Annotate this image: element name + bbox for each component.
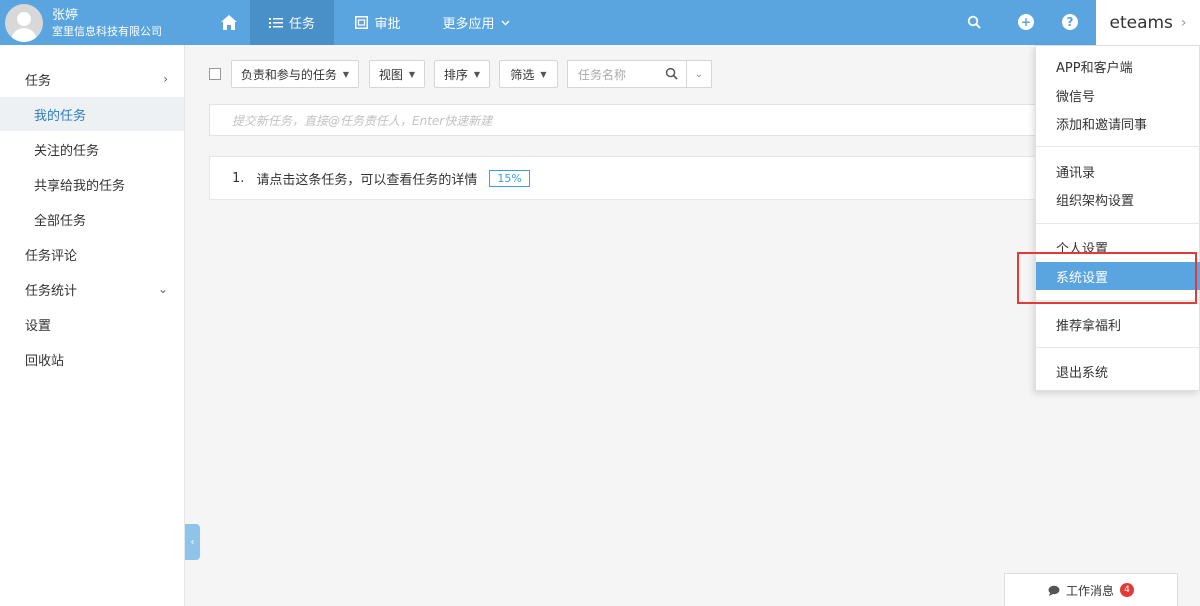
top-bar: 张婷 室里信息科技有限公司 任务 审批 更多应用 + ? eteams › bbox=[0, 0, 1200, 45]
sidebar-item-label: 任务 bbox=[25, 73, 52, 89]
menu-item-label: 推荐拿福利 bbox=[1056, 318, 1122, 334]
nav-approve-tab[interactable]: 审批 bbox=[346, 0, 410, 45]
nav-task-label: 任务 bbox=[288, 17, 315, 32]
menu-item-org-settings[interactable]: 组织架构设置 bbox=[1036, 185, 1200, 213]
sidebar-item-label: 任务评论 bbox=[25, 248, 78, 264]
task-index: 1. bbox=[232, 170, 245, 186]
filter-dropdown[interactable]: 筛选 ▼ bbox=[499, 60, 558, 88]
menu-item-label: 通讯录 bbox=[1056, 165, 1096, 181]
nav-more-apps[interactable]: 更多应用 bbox=[432, 0, 520, 45]
sidebar-item-task-stats[interactable]: 任务统计 ⌄ bbox=[0, 272, 184, 306]
search-placeholder: 任务名称 bbox=[578, 67, 627, 82]
brand-logo: eteams bbox=[1109, 12, 1173, 33]
sidebar-item-label: 任务统计 bbox=[25, 283, 78, 299]
menu-item-wechat[interactable]: 微信号 bbox=[1036, 81, 1200, 109]
plus-icon: + bbox=[1018, 14, 1034, 30]
search-icon[interactable] bbox=[665, 67, 678, 80]
sidebar-item-task-comments[interactable]: 任务评论 bbox=[0, 237, 184, 271]
sidebar-item-task[interactable]: 任务 › bbox=[0, 62, 184, 96]
sidebar-item-label: 关注的任务 bbox=[34, 143, 100, 159]
menu-item-label: APP和客户端 bbox=[1056, 60, 1133, 76]
chevron-down-icon bbox=[501, 20, 509, 25]
progress-badge: 15% bbox=[489, 169, 530, 187]
search-icon bbox=[967, 15, 981, 29]
sidebar-item-all-tasks[interactable]: 全部任务 bbox=[0, 202, 184, 236]
quick-add-placeholder: 提交新任务，直接@任务责任人，Enter快速新建 bbox=[232, 113, 493, 128]
sidebar-item-my-tasks[interactable]: 我的任务 bbox=[0, 97, 184, 131]
chevron-right-icon: › bbox=[163, 72, 168, 86]
quick-add-task-input[interactable]: 提交新任务，直接@任务责任人，Enter快速新建 bbox=[209, 104, 1039, 136]
menu-item-contacts[interactable]: 通讯录 bbox=[1036, 157, 1200, 185]
chevron-left-icon: ‹ bbox=[190, 536, 195, 548]
sidebar-item-recycle-bin[interactable]: 回收站 bbox=[0, 342, 184, 376]
scope-filter-dropdown[interactable]: 负责和参与的任务 ▼ bbox=[231, 60, 359, 88]
user-name: 张婷 bbox=[52, 8, 79, 23]
chevron-right-icon: › bbox=[1180, 14, 1187, 31]
caret-down-icon: ▼ bbox=[540, 69, 547, 79]
global-search-button[interactable] bbox=[964, 12, 984, 32]
menu-item-app-client[interactable]: APP和客户端 bbox=[1036, 52, 1200, 80]
sort-dropdown[interactable]: 排序 ▼ bbox=[434, 60, 490, 88]
task-search-input[interactable]: 任务名称 bbox=[567, 60, 687, 88]
nav-task-tab[interactable]: 任务 bbox=[250, 0, 334, 45]
task-title[interactable]: 请点击这条任务，可以查看任务的详情 bbox=[256, 169, 477, 188]
filter-label: 筛选 bbox=[510, 67, 535, 82]
home-icon bbox=[221, 15, 237, 30]
sidebar-item-label: 设置 bbox=[25, 318, 52, 334]
approve-icon bbox=[355, 16, 369, 29]
brand-menu-toggle[interactable]: eteams › bbox=[1096, 0, 1200, 45]
menu-divider bbox=[1036, 146, 1200, 147]
message-count-badge: 4 bbox=[1120, 583, 1134, 597]
sidebar: 任务 › 我的任务 关注的任务 共享给我的任务 全部任务 任务评论 任务统计 ⌄… bbox=[0, 45, 185, 606]
select-all-checkbox[interactable] bbox=[209, 68, 221, 80]
add-button[interactable]: + bbox=[1016, 12, 1036, 32]
sidebar-item-label: 全部任务 bbox=[34, 213, 87, 229]
menu-item-label: 添加和邀请同事 bbox=[1056, 117, 1148, 133]
nav-more-label: 更多应用 bbox=[442, 17, 495, 32]
caret-down-icon: ▼ bbox=[473, 69, 481, 79]
help-button[interactable]: ? bbox=[1060, 12, 1080, 32]
menu-item-invite-colleagues[interactable]: 添加和邀请同事 bbox=[1036, 109, 1200, 137]
sidebar-item-followed-tasks[interactable]: 关注的任务 bbox=[0, 132, 184, 166]
chevron-down-icon: ⌄ bbox=[694, 68, 704, 80]
menu-divider bbox=[1036, 223, 1200, 224]
task-row[interactable]: 1. 请点击这条任务，可以查看任务的详情 15% bbox=[209, 156, 1039, 200]
menu-item-label: 微信号 bbox=[1056, 89, 1096, 105]
view-dropdown[interactable]: 视图 ▼ bbox=[369, 60, 425, 88]
user-org: 室里信息科技有限公司 bbox=[52, 25, 162, 38]
menu-item-referral-rewards[interactable]: 推荐拿福利 bbox=[1036, 310, 1200, 338]
menu-item-logout[interactable]: 退出系统 bbox=[1036, 357, 1200, 385]
scope-filter-label: 负责和参与的任务 bbox=[240, 67, 337, 82]
work-messages-bar[interactable]: 工作消息 4 bbox=[1004, 573, 1178, 606]
home-button[interactable] bbox=[210, 0, 248, 45]
sidebar-item-shared-tasks[interactable]: 共享给我的任务 bbox=[0, 167, 184, 201]
avatar[interactable] bbox=[5, 4, 43, 42]
sidebar-item-label: 回收站 bbox=[25, 353, 65, 369]
caret-down-icon: ▼ bbox=[342, 69, 350, 79]
caret-down-icon: ▼ bbox=[408, 69, 416, 79]
menu-divider bbox=[1036, 347, 1200, 348]
help-icon: ? bbox=[1062, 14, 1078, 30]
chat-bubble-icon bbox=[1048, 585, 1060, 596]
nav-approve-label: 审批 bbox=[374, 17, 401, 32]
sidebar-item-settings[interactable]: 设置 bbox=[0, 307, 184, 341]
user-profile[interactable]: 张婷 室里信息科技有限公司 bbox=[0, 0, 185, 45]
sidebar-collapse-toggle[interactable]: ‹ bbox=[185, 524, 200, 560]
sidebar-item-label: 我的任务 bbox=[34, 108, 87, 124]
menu-item-label: 组织架构设置 bbox=[1056, 193, 1135, 209]
view-label: 视图 bbox=[378, 67, 403, 82]
menu-item-label: 退出系统 bbox=[1056, 365, 1109, 381]
sidebar-item-label: 共享给我的任务 bbox=[34, 178, 126, 194]
work-messages-label: 工作消息 bbox=[1065, 583, 1114, 598]
highlight-annotation-box bbox=[1017, 252, 1197, 304]
chevron-down-icon: ⌄ bbox=[157, 282, 168, 296]
list-icon bbox=[268, 17, 283, 28]
search-options-dropdown[interactable]: ⌄ bbox=[686, 60, 712, 88]
sort-label: 排序 bbox=[443, 67, 468, 82]
brand-dropdown-menu: APP和客户端 微信号 添加和邀请同事 通讯录 组织架构设置 个人设置 系统设置… bbox=[1035, 45, 1200, 391]
